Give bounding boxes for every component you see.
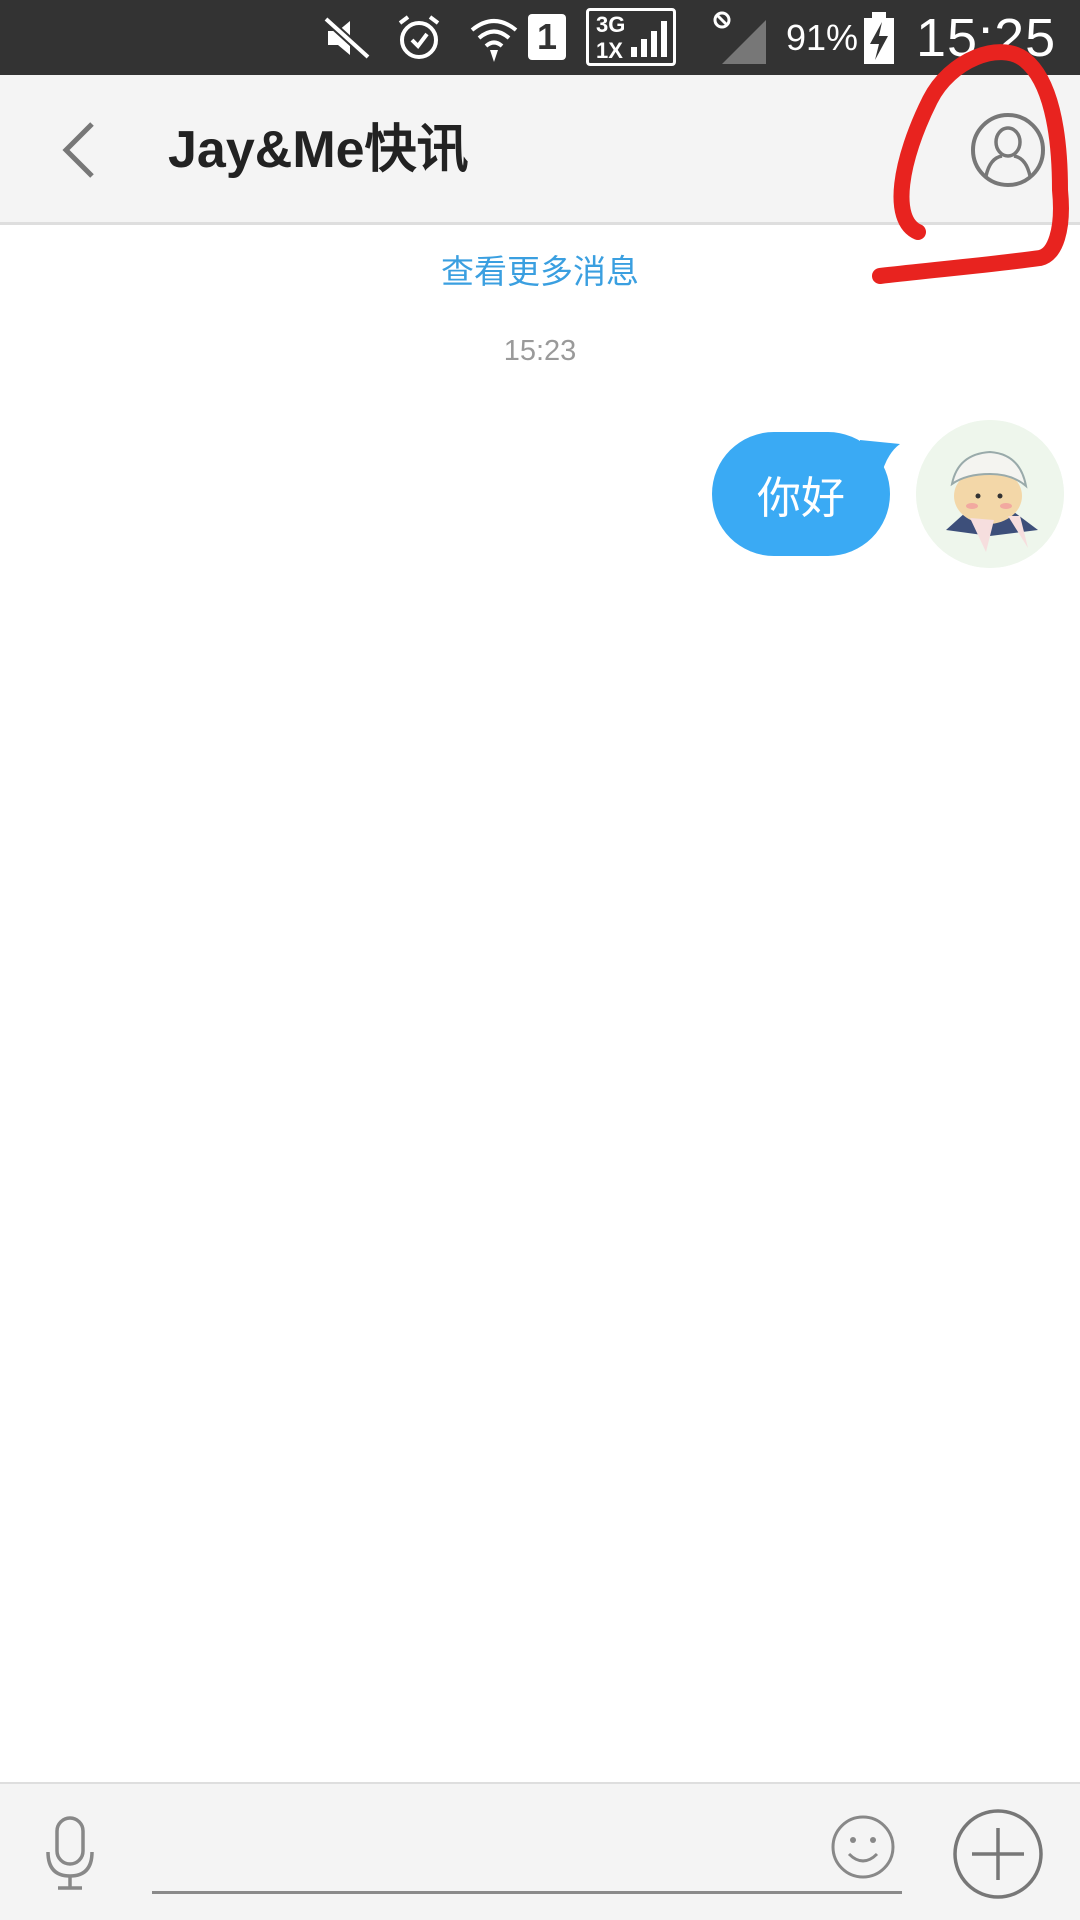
load-more-messages-link[interactable]: 查看更多消息 (0, 245, 1080, 293)
sim-icon: 1 (528, 14, 566, 60)
no-sim-signal-icon (712, 0, 768, 75)
message-bubble[interactable]: 你好 (712, 432, 890, 556)
chevron-left-icon (62, 122, 94, 178)
plus-icon (953, 1809, 1043, 1899)
status-bar: 1 3G 1X 91% 15:25 (0, 0, 1080, 75)
battery-charging-icon (862, 0, 896, 75)
user-avatar-image (916, 420, 1064, 568)
emoji-icon (831, 1815, 895, 1879)
message-input-bar (0, 1782, 1080, 1920)
wifi-icon (468, 0, 520, 75)
status-time: 15:25 (916, 7, 1057, 68)
emoji-button[interactable] (828, 1812, 898, 1882)
back-button[interactable] (40, 110, 120, 190)
user-profile-icon (971, 113, 1045, 187)
profile-button[interactable] (968, 110, 1048, 190)
page-title: Jay&Me快讯 (168, 121, 469, 179)
alarm-icon (394, 0, 444, 75)
chat-header: Jay&Me快讯 (0, 75, 1080, 225)
battery-percent: 91% (786, 16, 859, 58)
microphone-icon (46, 1816, 94, 1890)
mobile-network-icon: 3G 1X (586, 8, 676, 66)
avatar[interactable] (916, 420, 1064, 568)
voice-input-button[interactable] (40, 1814, 100, 1894)
mute-icon (322, 0, 372, 75)
message-input[interactable] (152, 1804, 902, 1894)
more-options-button[interactable] (950, 1806, 1046, 1902)
message-timestamp: 15:23 (503, 335, 577, 367)
